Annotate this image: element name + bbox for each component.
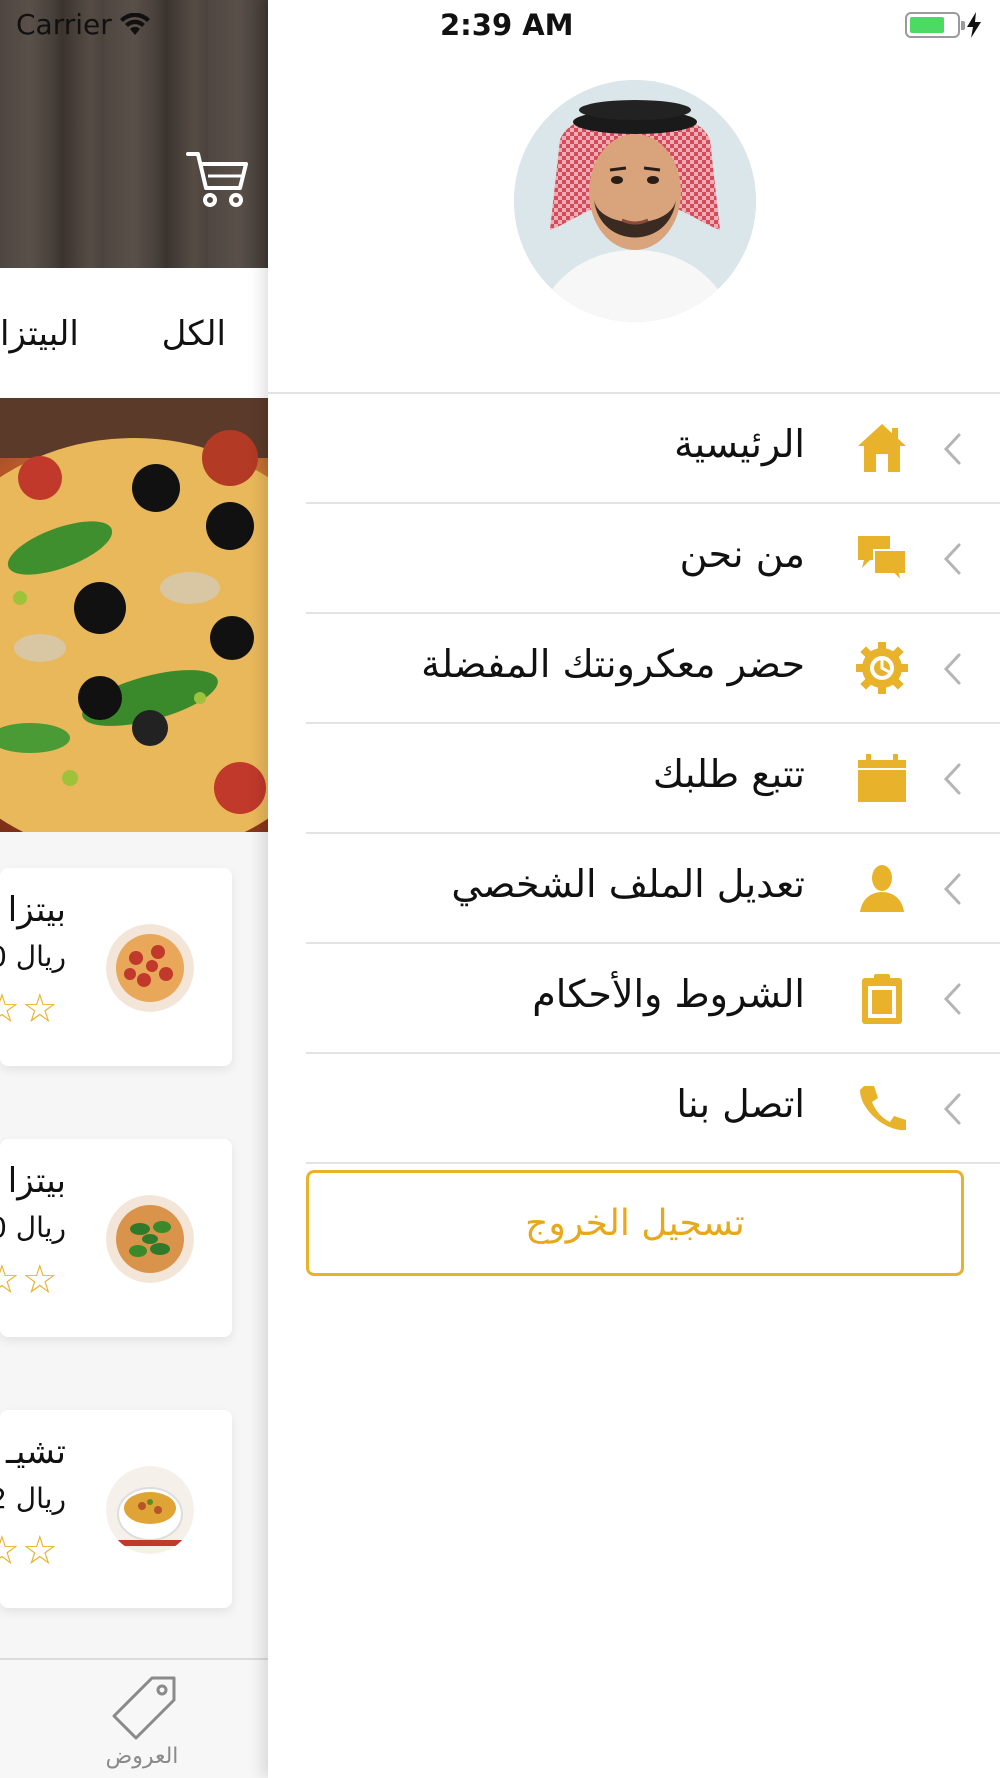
product-card[interactable]: بيتزا 10 ريال ☆☆ [0, 868, 232, 1066]
menu-item-about[interactable]: من نحن [306, 504, 1000, 614]
user-icon [860, 865, 904, 912]
product-rating: ☆☆ [0, 1528, 60, 1574]
wifi-icon [119, 12, 150, 35]
side-drawer: الرئيسية من نحن حضر معكرونتك المفضلة تتب… [268, 0, 1000, 1778]
category-tabs: الكل البيتزا [0, 268, 268, 398]
cart-icon[interactable] [186, 148, 250, 212]
tab-all[interactable]: الكل [162, 314, 226, 354]
menu-item-edit-profile[interactable]: تعديل الملف الشخصي [306, 834, 1000, 944]
bottom-tab-bar: العروض [0, 1658, 268, 1778]
tab-offers-label: العروض [105, 1744, 179, 1769]
menu-item-contact[interactable]: اتصل بنا [306, 1054, 1000, 1164]
menu-item-label: حضر معكرونتك المفضلة [421, 642, 805, 686]
menu-item-terms[interactable]: الشروط والأحكام [306, 944, 1000, 1054]
menu-item-track-order[interactable]: تتبع طلبك [306, 724, 1000, 834]
clipboard-icon [862, 974, 902, 1024]
product-name: تشيـ [5, 1432, 66, 1472]
logout-button[interactable]: تسجيل الخروج [306, 1170, 964, 1276]
main-content-panel[interactable]: الكل البيتزا بيتزا ريال ☆☆ بيتزا ريال ☆☆… [0, 0, 268, 1778]
menu-item-label: تعديل الملف الشخصي [451, 862, 805, 906]
product-price: 10 ريال [0, 940, 66, 973]
menu-item-label: الرئيسية [674, 422, 805, 466]
calendar-icon [858, 754, 906, 802]
product-card[interactable]: بيتزا 10 ريال ☆☆ [0, 1139, 232, 1337]
tab-pizza[interactable]: البيتزا [0, 314, 79, 354]
battery-icon [905, 12, 965, 38]
product-thumbnail [106, 1466, 194, 1554]
chevron-left-icon [943, 543, 961, 575]
tag-icon [112, 1676, 176, 1740]
charging-icon [967, 12, 981, 38]
chevron-left-icon [943, 873, 961, 905]
chevron-left-icon [943, 433, 961, 465]
product-rating: ☆☆ [0, 1257, 60, 1303]
product-card[interactable]: تشيـ 12 ريال ☆☆ [0, 1410, 232, 1608]
menu-item-label: تتبع طلبك [652, 752, 805, 796]
battery-indicator [905, 12, 982, 38]
chevron-left-icon [943, 983, 961, 1015]
menu-item-label: الشروط والأحكام [532, 972, 805, 1016]
drawer-menu: الرئيسية من نحن حضر معكرونتك المفضلة تتب… [306, 394, 1000, 1164]
avatar[interactable] [514, 80, 756, 322]
carrier-label: Carrier [16, 8, 112, 41]
status-carrier: Carrier [16, 8, 150, 41]
phone-icon [860, 1086, 906, 1131]
product-rating: ☆☆ [0, 986, 60, 1032]
chevron-left-icon [943, 1093, 961, 1125]
menu-item-label: اتصل بنا [676, 1082, 805, 1126]
menu-item-home[interactable]: الرئيسية [306, 394, 1000, 504]
product-price: 12 ريال [0, 1482, 66, 1515]
gear-icon [856, 642, 908, 694]
home-icon [858, 424, 906, 472]
product-price: 10 ريال [0, 1211, 66, 1244]
chevron-left-icon [943, 653, 961, 685]
menu-item-custom-pasta[interactable]: حضر معكرونتك المفضلة [306, 614, 1000, 724]
product-name: بيتزا [7, 890, 66, 930]
pizza-hero-image [0, 398, 268, 832]
menu-item-label: من نحن [679, 532, 805, 576]
product-thumbnail [106, 924, 194, 1012]
product-thumbnail [106, 1195, 194, 1283]
status-time: 2:39 AM [440, 8, 574, 42]
chat-bubbles-icon [858, 536, 907, 584]
product-name: بيتزا [7, 1161, 66, 1201]
chevron-left-icon [943, 763, 961, 795]
